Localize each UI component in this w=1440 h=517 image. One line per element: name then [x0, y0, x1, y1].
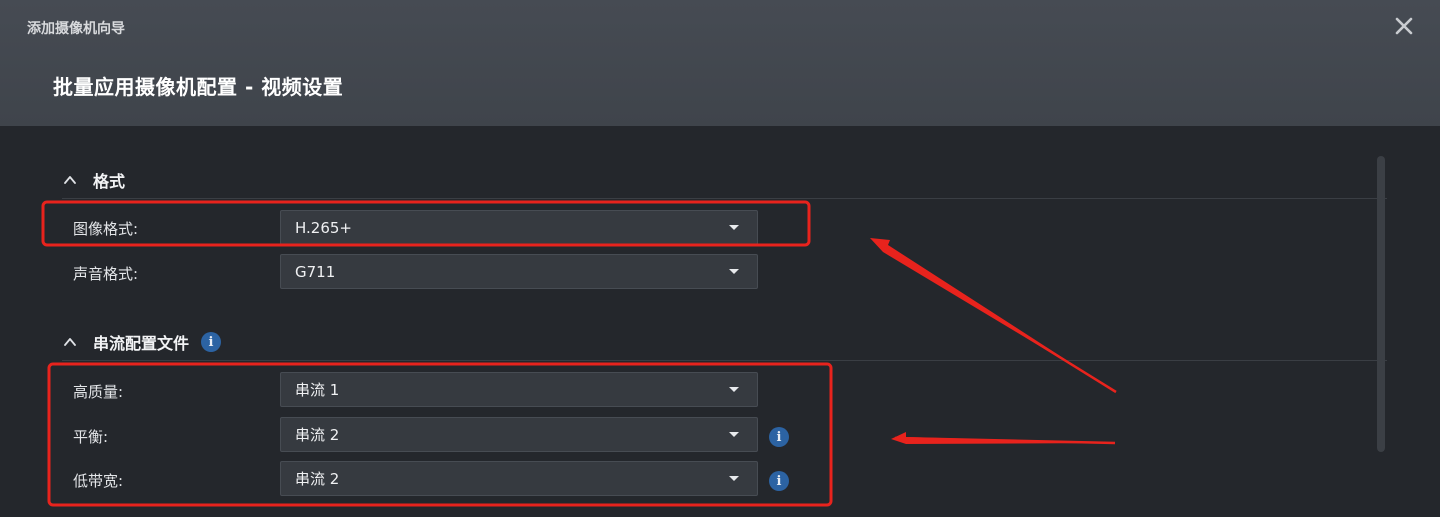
caret-down-icon [729, 269, 739, 274]
low-bandwidth-value: 串流 2 [295, 470, 340, 488]
wizard-title: 添加摄像机向导 [27, 21, 125, 37]
image-format-label: 图像格式: [73, 220, 139, 238]
wizard-header: 添加摄像机向导 批量应用摄像机配置 - 视频设置 [0, 0, 1440, 126]
vertical-scrollbar[interactable] [1377, 156, 1385, 452]
audio-format-value: G711 [295, 262, 336, 281]
balanced-select[interactable]: 串流 2 [280, 417, 758, 452]
high-quality-label: 高质量: [73, 383, 124, 401]
caret-down-icon [729, 225, 739, 230]
section-divider [62, 198, 1387, 199]
caret-down-icon [729, 387, 739, 392]
section-header-stream-profile[interactable]: 串流配置文件 i [62, 330, 222, 354]
high-quality-select[interactable]: 串流 1 [280, 372, 758, 407]
audio-format-select[interactable]: G711 [280, 254, 758, 289]
page-title: 批量应用摄像机配置 - 视频设置 [53, 75, 344, 99]
section-divider [62, 360, 1387, 361]
audio-format-label: 声音格式: [73, 265, 139, 283]
close-icon [1395, 17, 1413, 35]
balanced-value: 串流 2 [295, 426, 340, 444]
high-quality-value: 串流 1 [295, 381, 340, 399]
chevron-up-icon [64, 338, 76, 346]
caret-down-icon [729, 432, 739, 437]
info-icon[interactable]: i [201, 332, 222, 352]
balanced-label: 平衡: [73, 428, 109, 446]
close-button[interactable] [1392, 14, 1416, 38]
caret-down-icon [729, 476, 739, 481]
image-format-value: H.265+ [295, 218, 352, 237]
settings-content [0, 126, 1440, 517]
low-bandwidth-select[interactable]: 串流 2 [280, 461, 758, 496]
image-format-select[interactable]: H.265+ [280, 210, 758, 245]
low-bandwidth-label: 低带宽: [73, 472, 124, 490]
section-title-format: 格式 [93, 172, 126, 191]
section-title-stream-profile: 串流配置文件 [93, 334, 190, 353]
info-icon[interactable]: i [769, 427, 789, 447]
info-icon[interactable]: i [769, 471, 789, 491]
chevron-up-icon [64, 176, 76, 184]
section-header-format[interactable]: 格式 [62, 168, 125, 192]
